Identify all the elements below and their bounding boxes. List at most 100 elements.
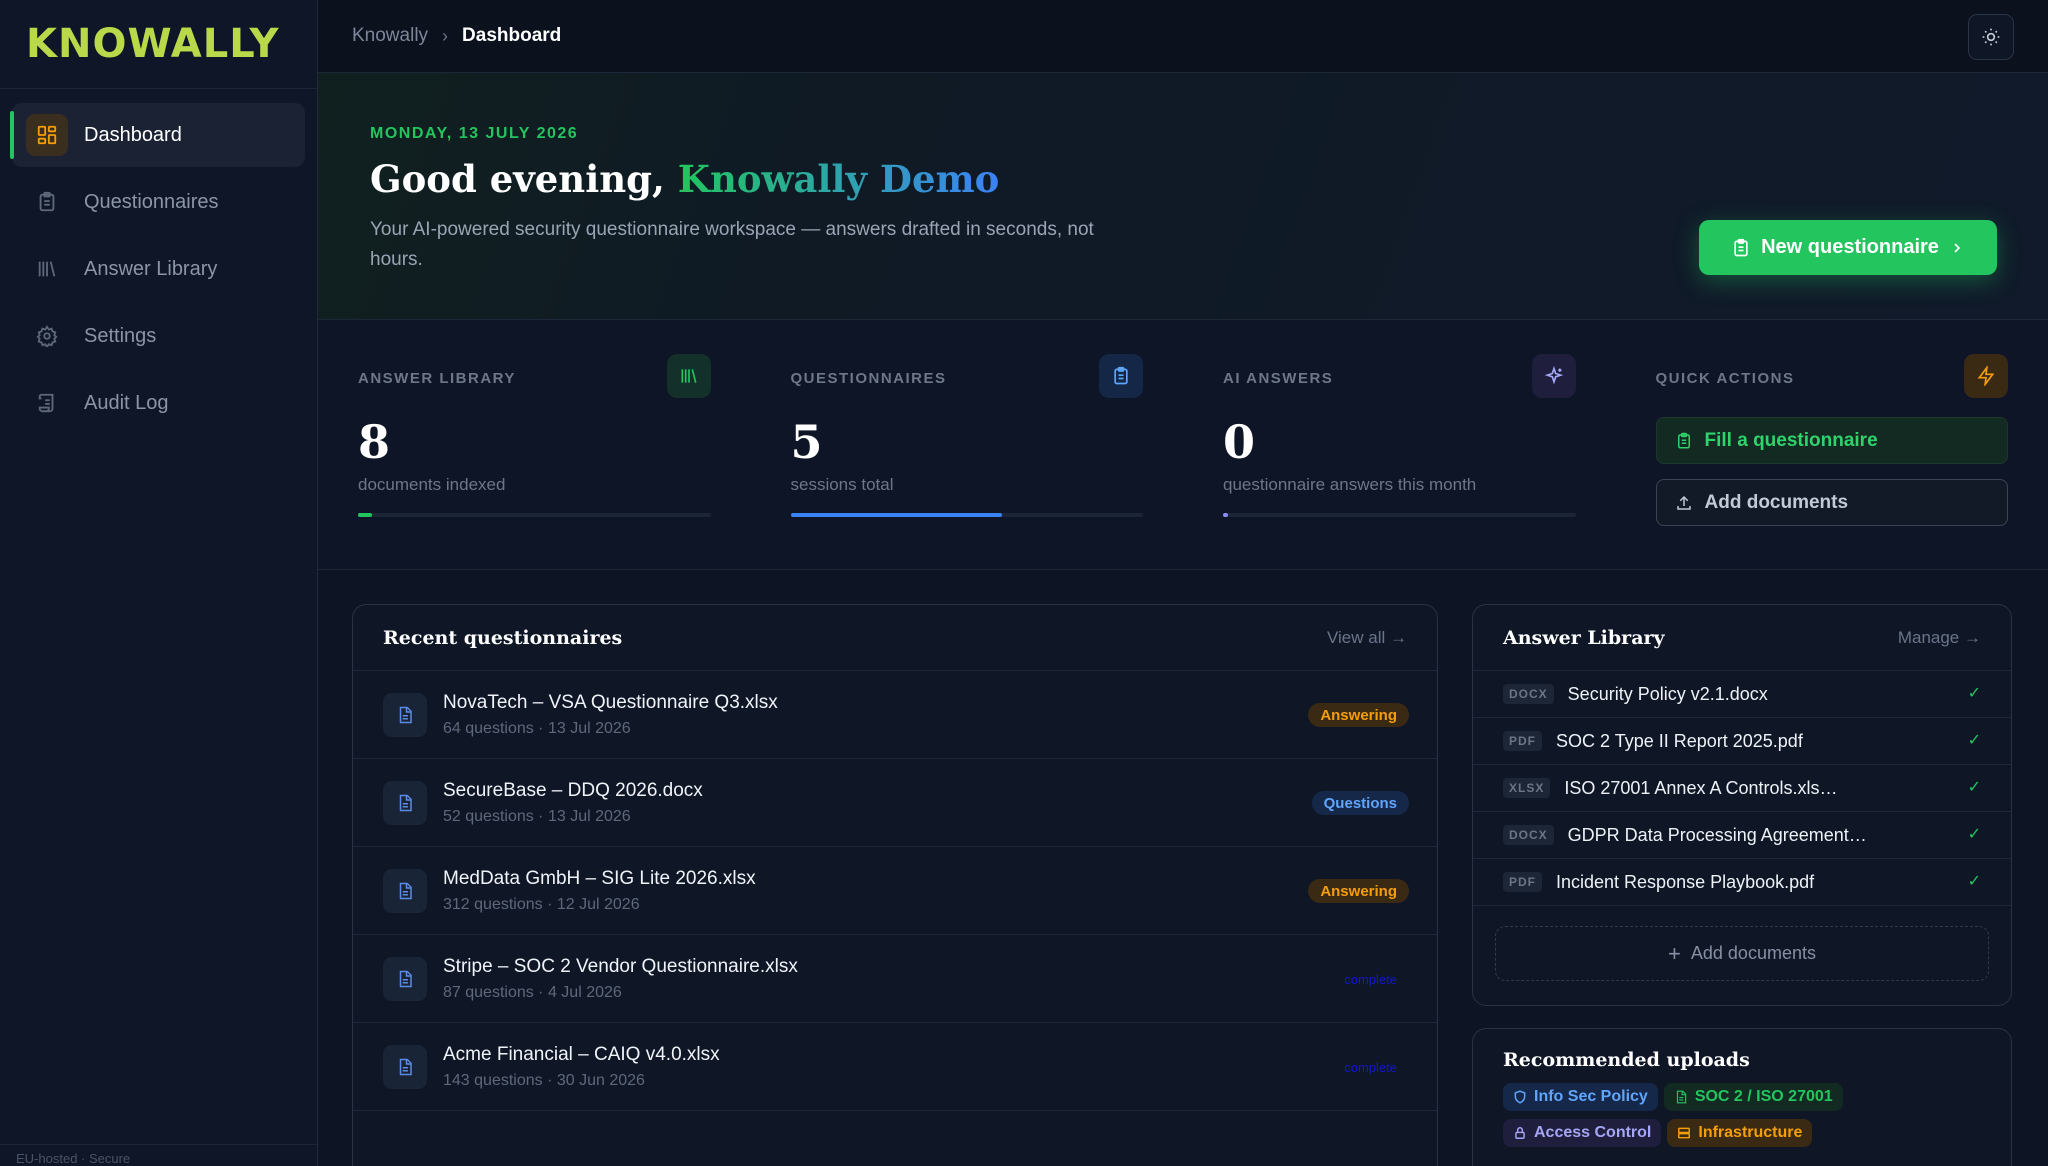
- stat-progress-bar: [1223, 513, 1576, 517]
- stat-label: ANSWER LIBRARY: [358, 370, 516, 387]
- upload-icon: [1676, 495, 1691, 510]
- breadcrumb: Knowally › Dashboard: [352, 25, 561, 47]
- sidebar-item-label: Answer Library: [84, 257, 218, 280]
- breadcrumb-current: Dashboard: [462, 25, 562, 46]
- table-row[interactable]: SecureBase – DDQ 2026.docx 52 questions …: [353, 759, 1437, 847]
- questionnaire-name: SecureBase – DDQ 2026.docx: [443, 779, 703, 801]
- logo[interactable]: KNOWALLY: [0, 0, 317, 89]
- check-icon: ✓: [1967, 826, 1981, 843]
- add-documents-dropzone[interactable]: + Add documents: [1495, 926, 1989, 981]
- stat-ai-answers: AI ANSWERS 0 questionnaire answers this …: [1223, 320, 1576, 569]
- shield-icon: [1513, 1090, 1534, 1104]
- chip-label: Infrastructure: [1698, 1124, 1803, 1141]
- document-name: GDPR Data Processing Agreement…: [1567, 824, 1867, 845]
- stat-label: AI ANSWERS: [1223, 370, 1334, 387]
- add-documents-label: Add documents: [1690, 943, 1816, 963]
- check-icon: ✓: [1967, 685, 1981, 702]
- document-name: ISO 27001 Annex A Controls.xls…: [1564, 777, 1838, 798]
- hero: MONDAY, 13 JULY 2026 Good evening, Knowa…: [318, 73, 2048, 320]
- hero-title: Good evening, Knowally Demo: [370, 157, 2048, 201]
- questionnaire-meta: 143 questions · 30 Jun 2026: [443, 1071, 645, 1089]
- file-type-badge: PDF: [1503, 872, 1542, 892]
- stat-caption: documents indexed: [358, 475, 506, 494]
- status-badge: complete: [1344, 1059, 1397, 1075]
- table-row[interactable]: Acme Financial – CAIQ v4.0.xlsx 143 ques…: [353, 1023, 1437, 1111]
- chevron-right-icon: ›: [442, 25, 449, 46]
- questionnaire-meta: 312 questions · 12 Jul 2026: [443, 895, 640, 913]
- lock-icon: [1513, 1126, 1534, 1140]
- fill-questionnaire-button[interactable]: Fill a questionnaire: [1655, 417, 2008, 464]
- table-row[interactable]: MedData GmbH – SIG Lite 2026.xlsx 312 qu…: [353, 847, 1437, 935]
- sidebar-item-questionnaires[interactable]: Questionnaires: [12, 170, 305, 234]
- chip-label: Info Sec Policy: [1534, 1088, 1648, 1105]
- file-type-badge: DOCX: [1503, 684, 1554, 704]
- check-icon: ✓: [1967, 873, 1981, 890]
- theme-toggle-button[interactable]: [1968, 14, 2014, 60]
- chip-label: SOC 2 / ISO 27001: [1694, 1088, 1833, 1105]
- document-icon: [1674, 1090, 1695, 1104]
- recommended-chip[interactable]: Infrastructure: [1667, 1119, 1813, 1147]
- document-icon: [383, 868, 427, 913]
- table-row[interactable]: Stripe – SOC 2 Vendor Questionnaire.xlsx…: [353, 935, 1437, 1023]
- status-badge: Questions: [1311, 791, 1409, 815]
- stats-row: ANSWER LIBRARY 8 documents indexed QUEST…: [318, 320, 2048, 570]
- sidebar: KNOWALLY Dashboard Questionnaires Answer…: [0, 0, 318, 1166]
- library-icon: [666, 354, 711, 398]
- file-type-badge: PDF: [1503, 731, 1542, 751]
- main-content: Knowally › Dashboard MONDAY, 13 JULY 202…: [318, 0, 2048, 1166]
- topbar: Knowally › Dashboard: [318, 0, 2048, 73]
- document-name: Security Policy v2.1.docx: [1567, 683, 1768, 704]
- table-row[interactable]: NovaTech – VSA Questionnaire Q3.xlsx 64 …: [353, 671, 1437, 759]
- sidebar-item-answer-library[interactable]: Answer Library: [12, 237, 305, 301]
- sidebar-item-label: Settings: [84, 324, 157, 347]
- greeting: Good evening,: [370, 157, 665, 201]
- card-title: Answer Library: [1503, 626, 1665, 649]
- stat-progress-fill: [358, 513, 373, 517]
- add-documents-button[interactable]: Add documents: [1655, 479, 2008, 526]
- questionnaire-list: NovaTech – VSA Questionnaire Q3.xlsx 64 …: [353, 671, 1437, 1111]
- stat-value: 0: [1223, 415, 1256, 469]
- list-item[interactable]: DOCX Security Policy v2.1.docx ✓: [1473, 671, 2011, 718]
- quick-actions: QUICK ACTIONS Fill a questionnaire Add d…: [1655, 320, 2008, 569]
- stat-progress-bar: [358, 513, 711, 517]
- chevron-right-icon: [1954, 242, 1961, 253]
- clipboard-icon: [1099, 354, 1143, 398]
- document-name: Incident Response Playbook.pdf: [1556, 871, 1815, 892]
- recommended-chip-list: Info Sec Policy SOC 2 / ISO 27001 Access C…: [1503, 1083, 1943, 1155]
- view-all-link[interactable]: View all →: [1327, 628, 1407, 648]
- manage-link[interactable]: Manage →: [1898, 628, 1981, 648]
- questionnaire-name: Stripe – SOC 2 Vendor Questionnaire.xlsx: [443, 955, 798, 977]
- row-text: Acme Financial – CAIQ v4.0.xlsx 143 ques…: [443, 1044, 720, 1090]
- row-text: NovaTech – VSA Questionnaire Q3.xlsx 64 …: [443, 692, 778, 738]
- recent-questionnaires-card: Recent questionnaires View all → NovaTec…: [352, 604, 1438, 1166]
- document-name: SOC 2 Type II Report 2025.pdf: [1556, 730, 1803, 751]
- stat-caption: sessions total: [790, 475, 894, 494]
- sidebar-item-settings[interactable]: Settings: [12, 304, 305, 368]
- sidebar-item-dashboard[interactable]: Dashboard: [10, 103, 305, 167]
- recommended-chip[interactable]: SOC 2 / ISO 27001: [1663, 1083, 1843, 1111]
- new-questionnaire-button[interactable]: New questionnaire: [1699, 220, 1997, 275]
- list-item[interactable]: PDF Incident Response Playbook.pdf ✓: [1473, 859, 2011, 906]
- row-text: SecureBase – DDQ 2026.docx 52 questions …: [443, 780, 703, 826]
- new-questionnaire-label: New questionnaire: [1761, 236, 1939, 258]
- recommended-chip[interactable]: Access Control: [1503, 1119, 1662, 1147]
- stat-label: QUESTIONNAIRES: [790, 370, 947, 387]
- questionnaire-name: Acme Financial – CAIQ v4.0.xlsx: [443, 1043, 720, 1065]
- recommended-chip[interactable]: Info Sec Policy: [1503, 1083, 1658, 1111]
- server-icon: [1677, 1126, 1698, 1140]
- stat-answer-library: ANSWER LIBRARY 8 documents indexed: [358, 320, 711, 569]
- row-text: MedData GmbH – SIG Lite 2026.xlsx 312 qu…: [443, 868, 756, 914]
- library-document-list: DOCX Security Policy v2.1.docx ✓ PDF SOC…: [1473, 671, 2011, 906]
- clipboard-icon: [1677, 432, 1690, 448]
- lightning-icon: [1964, 354, 2008, 398]
- answer-library-card: Answer Library Manage → DOCX Security Po…: [1472, 604, 2012, 1006]
- breadcrumb-root[interactable]: Knowally: [352, 25, 428, 47]
- check-icon: ✓: [1967, 779, 1981, 796]
- list-item[interactable]: PDF SOC 2 Type II Report 2025.pdf ✓: [1473, 718, 2011, 765]
- hero-subtitle: Your AI-powered security questionnaire w…: [370, 219, 1094, 270]
- logo-text: KNOWALLY: [26, 21, 280, 67]
- stat-value: 8: [358, 415, 391, 469]
- list-item[interactable]: XLSX ISO 27001 Annex A Controls.xls… ✓: [1473, 765, 2011, 812]
- sidebar-item-audit-log[interactable]: Audit Log: [12, 371, 305, 435]
- list-item[interactable]: DOCX GDPR Data Processing Agreement… ✓: [1473, 812, 2011, 859]
